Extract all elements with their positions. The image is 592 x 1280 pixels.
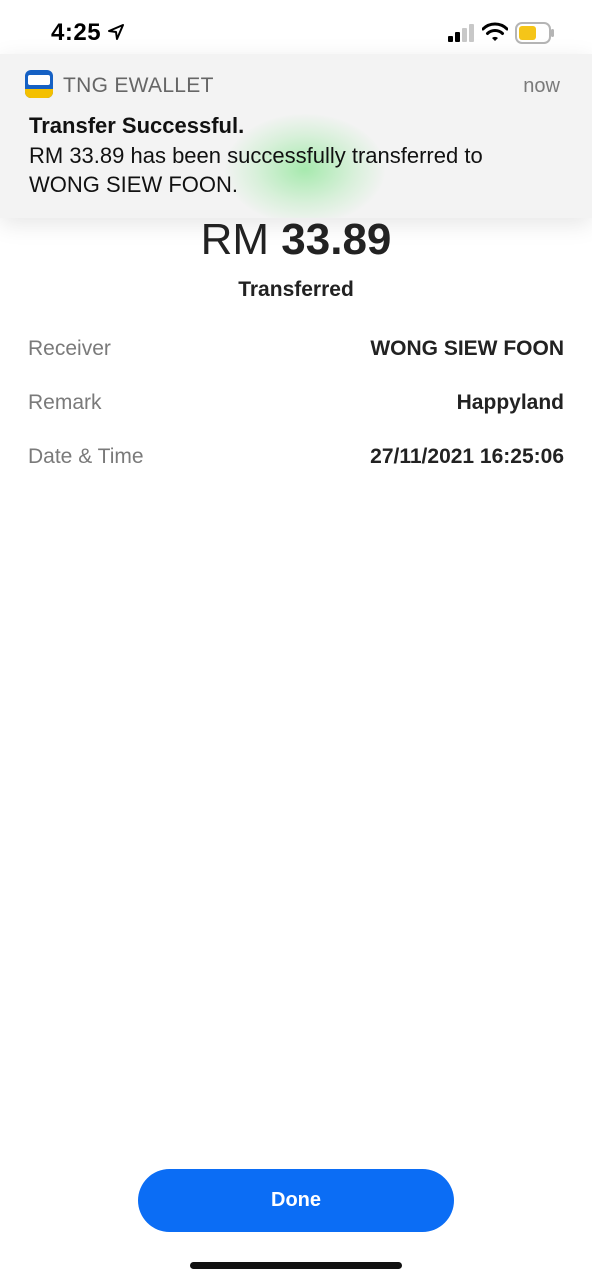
remark-label: Remark — [28, 391, 102, 414]
location-arrow-icon — [108, 24, 124, 40]
battery-icon — [515, 22, 554, 44]
notification-title: Transfer Successful. — [29, 113, 245, 138]
touch-n-go-ewallet-icon — [25, 70, 53, 98]
transfer-status: Transferred — [238, 278, 354, 301]
receiver-value: WONG SIEW FOON — [370, 337, 564, 360]
amount-value: 33.89 — [281, 215, 392, 264]
detail-row-remark: Remark Happyland — [28, 391, 564, 421]
notification-banner[interactable]: TNG EWALLET now Transfer Successful. RM … — [0, 54, 592, 218]
notification-time: now — [523, 75, 560, 97]
amount-currency: RM — [200, 215, 270, 264]
app-icon-mark — [28, 75, 50, 85]
detail-row-date-time: Date & Time 27/11/2021 16:25:06 — [28, 445, 564, 475]
wifi-icon — [482, 22, 508, 41]
transfer-amount: RM 33.89 — [0, 215, 592, 265]
done-button[interactable]: Done — [138, 1169, 454, 1232]
app-icon-band — [25, 89, 53, 98]
status-time: 4:25 — [51, 19, 102, 46]
remark-value: Happyland — [456, 391, 564, 414]
date-time-label: Date & Time — [28, 445, 144, 468]
home-indicator[interactable] — [190, 1262, 402, 1269]
date-time-value: 27/11/2021 16:25:06 — [370, 445, 564, 468]
receiver-label: Receiver — [28, 337, 111, 360]
cellular-signal-icon — [448, 24, 474, 42]
detail-row-receiver: Receiver WONG SIEW FOON — [28, 337, 564, 367]
notification-app-name: TNG EWALLET — [63, 74, 214, 97]
notification-body: RM 33.89 has been successfully transferr… — [29, 143, 483, 197]
